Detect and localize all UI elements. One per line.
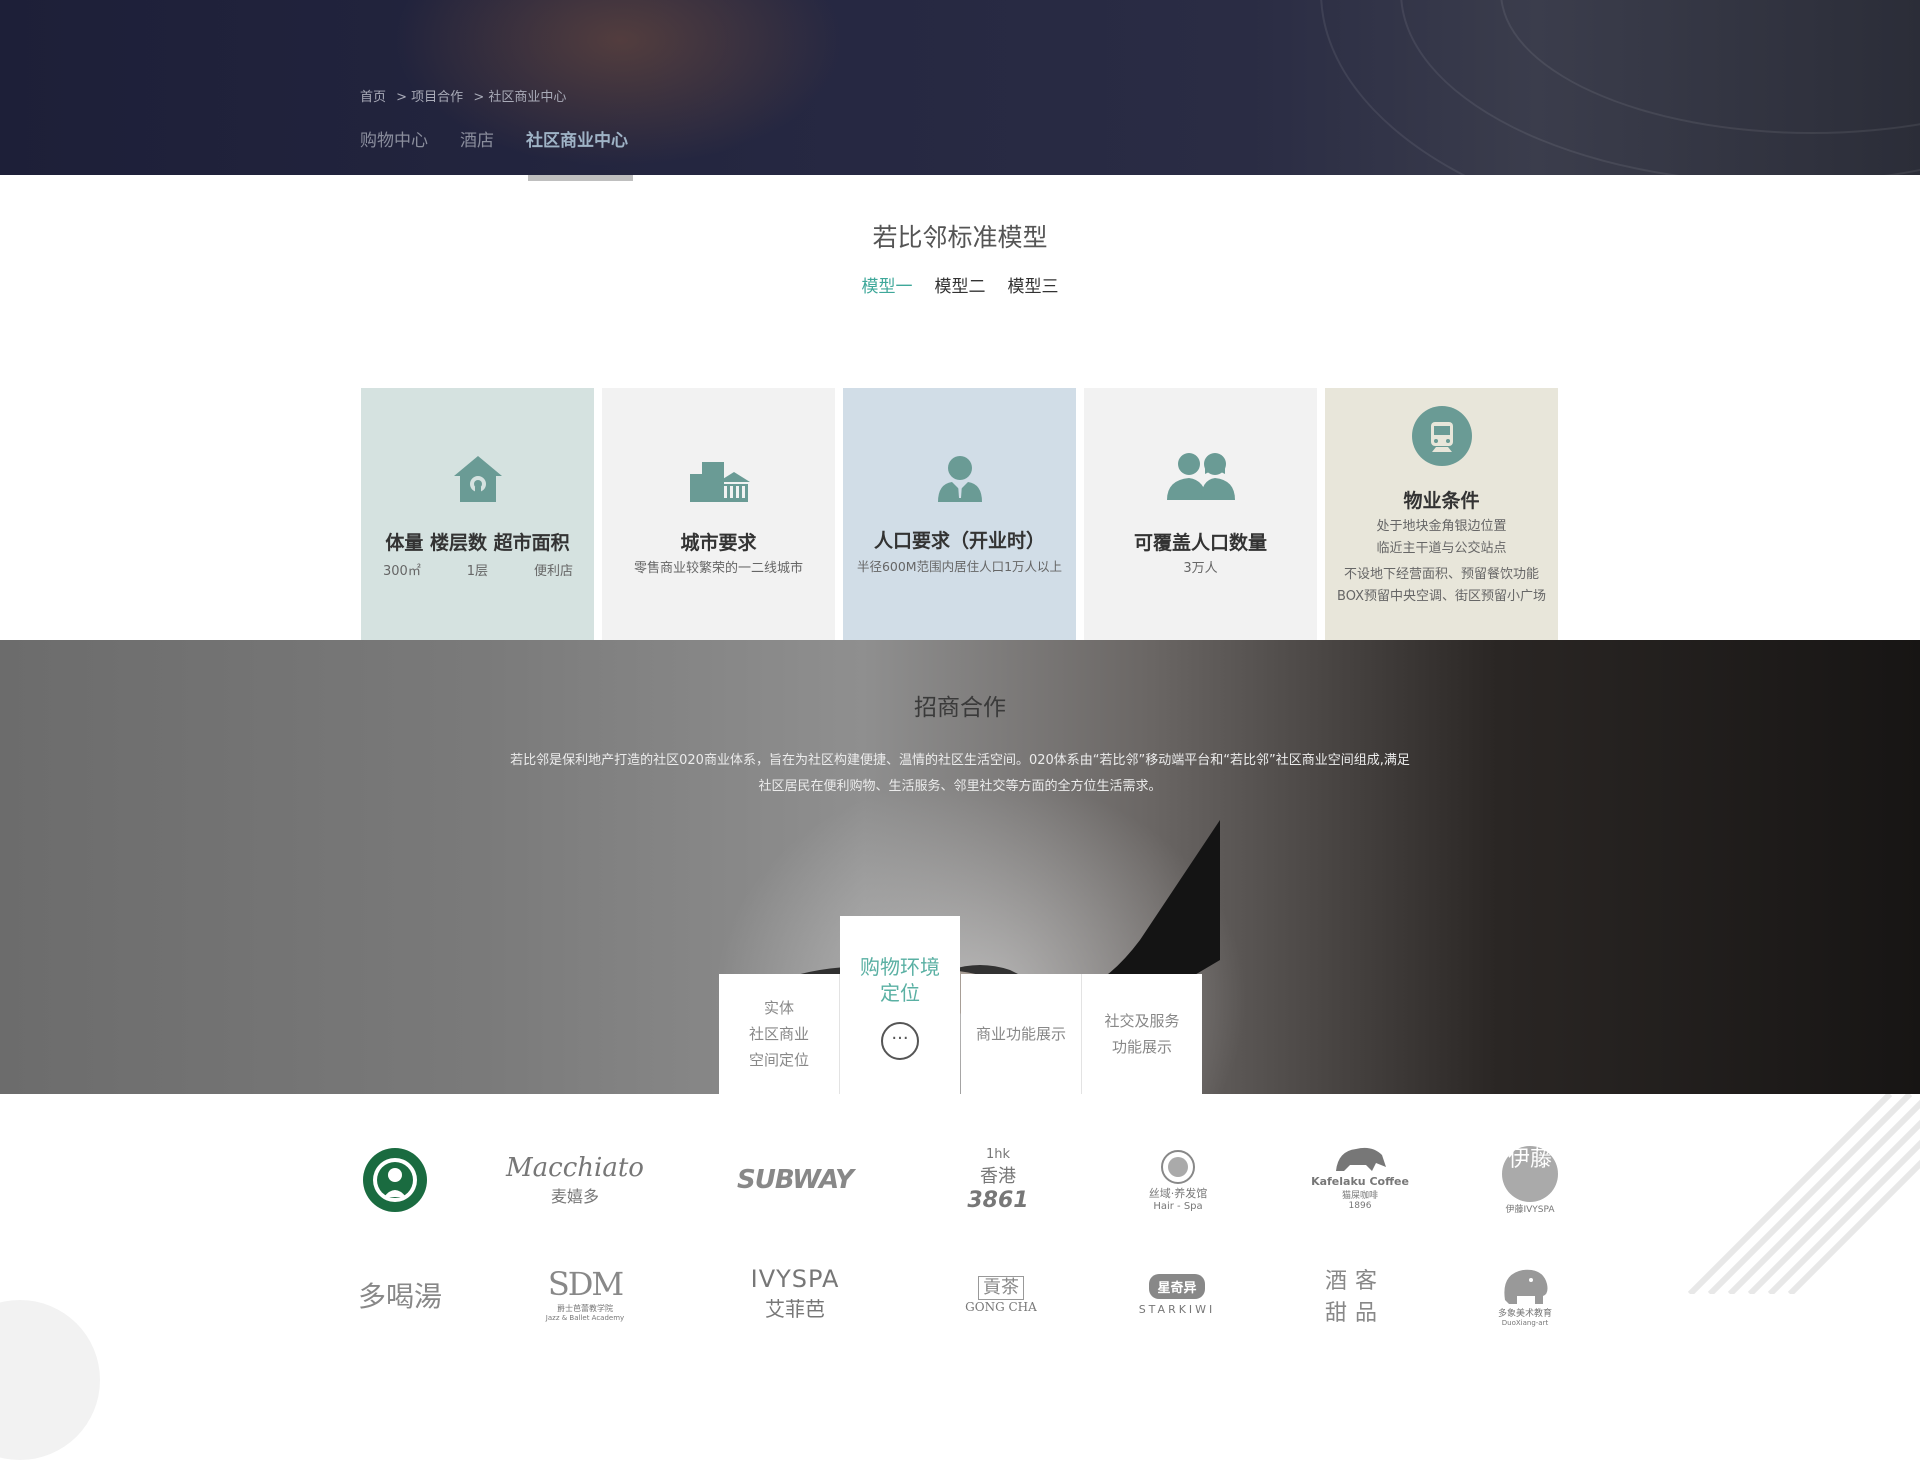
card-sub-line-1: 处于地块金角银边位置 [1376, 519, 1507, 534]
elephant-en: DuoXiang-art [1501, 1318, 1549, 1327]
cooperation-section: 招商合作 若比邻是保利地产打造的社区020商业体系，旨在为社区构建便捷、温情的社… [0, 640, 1920, 1094]
starkiwi-logo[interactable]: 星奇异 STARKIWI [1127, 1255, 1227, 1335]
jiuke-line2: 甜品 [1324, 1301, 1385, 1326]
starbucks-logo[interactable] [345, 1140, 445, 1220]
card-title: 人口要求（开业时） [873, 530, 1045, 552]
house-icon [361, 454, 594, 504]
kafelaku-en: Kafelaku Coffee [1311, 1175, 1409, 1188]
feature-tab-label: 购物环境 定位 [860, 955, 940, 1005]
ito-tag: 伊藤IVYSPA [1505, 1204, 1555, 1215]
city-buildings-icon [602, 454, 835, 504]
breadcrumb: 首页 > 项目合作 > 社区商业中心 [360, 86, 572, 105]
tab-model-1[interactable]: 模型一 [862, 272, 913, 297]
card-volume: 体量 楼层数 超市面积 300㎡ 1层 便利店 [361, 388, 594, 640]
description-line-2: 社区居民在便利购物、生活服务、邻里社交等方面的全方位生活需求。 [758, 779, 1162, 794]
tab-hotel[interactable]: 酒店 [460, 126, 494, 169]
sdm-sub: 爵士芭蕾教学院 [557, 1303, 613, 1313]
breadcrumb-current: > 社区商业中心 [473, 90, 567, 105]
card-population-req: 人口要求（开业时） 半径600M范围内居住人口1万人以上 [843, 388, 1076, 640]
gongcha-en: GONG CHA [965, 1300, 1037, 1314]
sdm-logo[interactable]: SDM 爵士芭蕾教学院 Jazz & Ballet Academy [535, 1253, 635, 1333]
starkiwi-cn: 星奇异 [1149, 1274, 1205, 1299]
subway-text: SUBWAY [737, 1165, 854, 1195]
duochangtang-logo[interactable]: 多喝湯 [350, 1255, 450, 1335]
hk3861-num: 3861 [967, 1188, 1029, 1213]
jiuke-line1: 酒客 [1324, 1269, 1385, 1294]
macchiato-en: Macchiato [506, 1153, 644, 1183]
elephant-cn: 多象美术教育 [1497, 1308, 1552, 1319]
train-icon [1325, 406, 1558, 466]
hair-spa-icon [1161, 1149, 1195, 1184]
card-subtitle: 零售商业较繁荣的一二线城市 [633, 561, 803, 576]
card-coverage: 可覆盖人口数量 3万人 [1084, 388, 1317, 640]
person-icon [843, 454, 1076, 504]
hk3861-cn: 香港 [980, 1166, 1016, 1187]
feature-tab-business-display[interactable]: 商业功能展示 [961, 974, 1082, 1094]
card-subtitle: 3万人 [1183, 561, 1218, 576]
duochangtang-text: 多喝湯 [357, 1280, 442, 1313]
people-icon [1084, 450, 1317, 502]
card-values: 300㎡ 1层 便利店 [383, 560, 573, 579]
model-tabs: 模型一 模型二 模型三 [0, 272, 1920, 297]
subway-logo[interactable]: SUBWAY [735, 1140, 855, 1220]
active-tab-indicator [528, 175, 633, 181]
hero-banner: 首页 > 项目合作 > 社区商业中心 购物中心 酒店 社区商业中心 [0, 0, 1920, 175]
card-title: 物业条件 [1403, 490, 1480, 512]
ivyspa-logo[interactable]: IVYSPA 艾菲芭 [745, 1253, 845, 1333]
card-sub-line-2: 临近主干道与公交站点 [1376, 541, 1507, 556]
hair-spa-logo[interactable]: 丝域·养发馆 Hair - Spa [1128, 1140, 1228, 1220]
card-value-floors: 1层 [466, 564, 489, 579]
tab-shopping-center[interactable]: 购物中心 [360, 126, 428, 169]
card-title: 体量 楼层数 超市面积 [385, 532, 570, 554]
breadcrumb-home[interactable]: 首页 [360, 90, 386, 105]
tab-community-center[interactable]: 社区商业中心 [526, 126, 628, 169]
tab-model-3[interactable]: 模型三 [1008, 272, 1059, 297]
feature-tab-social-service[interactable]: 社交及服务 功能展示 [1082, 974, 1202, 1094]
cooperation-description: 若比邻是保利地产打造的社区020商业体系，旨在为社区构建便捷、温情的社区生活空间… [460, 748, 1460, 800]
hk3861-tag: 1hk [985, 1147, 1011, 1162]
decorative-circle [0, 1300, 100, 1460]
tab-model-2[interactable]: 模型二 [935, 272, 986, 297]
gongcha-cn: 貢茶 [978, 1276, 1024, 1300]
card-property: 物业条件 处于地块金角银边位置 临近主干道与公交站点 不设地下经营面积、预留餐饮… [1325, 388, 1558, 640]
category-tabs: 购物中心 酒店 社区商业中心 [360, 126, 628, 169]
more-icon[interactable]: ··· [881, 1022, 919, 1060]
ivyspa-en: IVYSPA [750, 1264, 840, 1293]
ivyspa-cn: 艾菲芭 [765, 1296, 825, 1321]
card-value-market: 便利店 [533, 564, 573, 579]
model-section-title: 若比邻标准模型 [872, 223, 1048, 252]
card-value-area: 300㎡ [383, 564, 421, 579]
feature-tab-shopping-environment[interactable]: 购物环境 定位 ··· [840, 916, 960, 1094]
feature-tab-space-positioning[interactable]: 实体 社区商业 空间定位 [719, 974, 840, 1094]
card-title: 城市要求 [680, 532, 757, 554]
ito-logo[interactable]: 伊藤 伊藤IVYSPA [1480, 1140, 1580, 1220]
kafelaku-cn: 猫屎咖啡 [1341, 1191, 1378, 1201]
civet-icon [1336, 1147, 1386, 1171]
ito-mark: 伊藤 [1502, 1145, 1558, 1202]
hair-spa-cn: 丝域·养发馆 [1148, 1186, 1208, 1200]
gongcha-logo[interactable]: 貢茶 GONG CHA [951, 1255, 1051, 1335]
card-sub-line-3: 不设地下经营面积、预留餐饮功能 [1343, 567, 1539, 582]
card-city: 城市要求 零售商业较繁荣的一二线城市 [602, 388, 835, 640]
sdm-mark: SDM [547, 1264, 624, 1303]
hk3861-logo[interactable]: 1hk 香港 3861 [948, 1140, 1048, 1220]
elephant-logo[interactable]: 多象美术教育 DuoXiang-art [1475, 1253, 1575, 1333]
starkiwi-en: STARKIWI [1138, 1303, 1216, 1316]
card-subtitle: 半径600M范围内居住人口1万人以上 [856, 559, 1063, 574]
model-cards: 体量 楼层数 超市面积 300㎡ 1层 便利店 城市要求 零售商业较繁荣的一二线… [361, 388, 1558, 640]
cooperation-title: 招商合作 [914, 695, 1006, 721]
macchiato-cn: 麦嬉多 [550, 1187, 599, 1206]
jiuke-logo[interactable]: 酒客 甜品 [1305, 1255, 1405, 1335]
breadcrumb-project[interactable]: > 项目合作 [396, 90, 463, 105]
description-line-1: 若比邻是保利地产打造的社区020商业体系，旨在为社区构建便捷、温情的社区生活空间… [510, 753, 1410, 768]
card-sub-line-4: BOX预留中央空调、街区预留小广场 [1337, 589, 1546, 604]
hair-spa-en: Hair - Spa [1153, 1200, 1203, 1212]
macchiato-logo[interactable]: Macchiato 麦嬉多 [506, 1140, 644, 1220]
card-title: 可覆盖人口数量 [1133, 532, 1267, 554]
kafelaku-logo[interactable]: Kafelaku Coffee 猫屎咖啡 1896 [1305, 1136, 1415, 1216]
decorative-stripes [1650, 1094, 1920, 1294]
sdm-en: Jazz & Ballet Academy [545, 1313, 625, 1322]
kafelaku-year: 1896 [1348, 1201, 1372, 1211]
elephant-icon [1504, 1269, 1548, 1304]
